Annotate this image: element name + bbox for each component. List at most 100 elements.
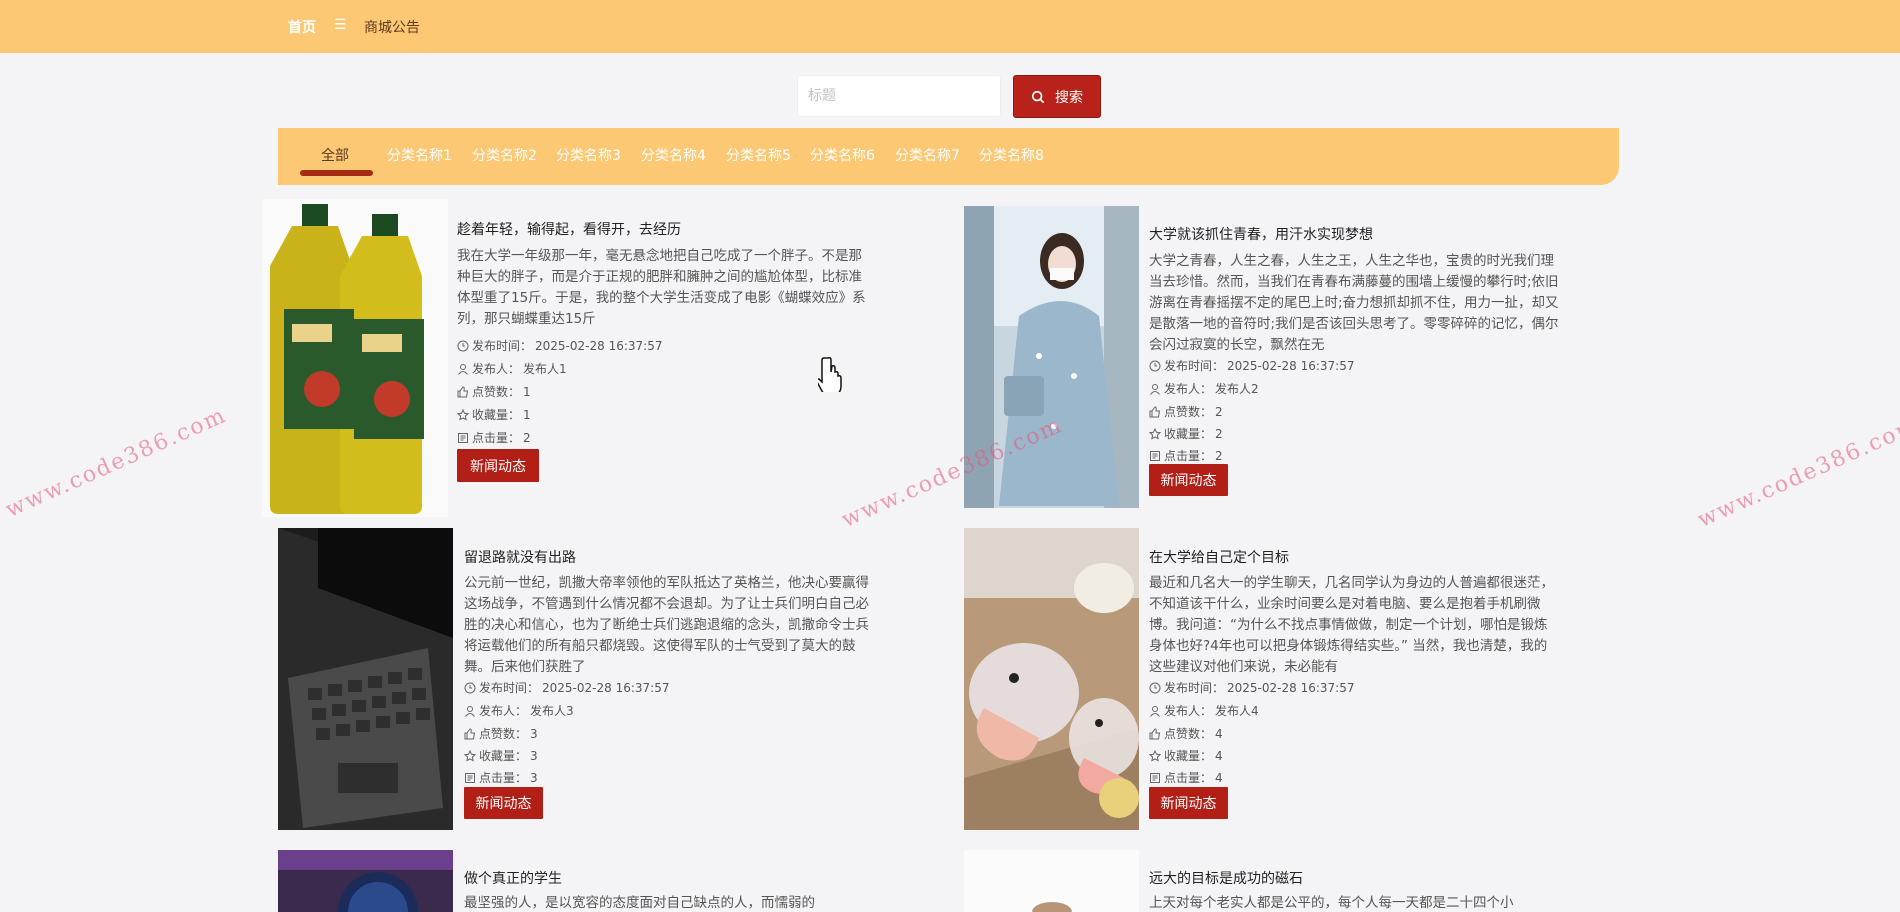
likes-value: 1 [523,384,531,399]
active-category-indicator [300,170,373,176]
user-icon [1150,383,1160,395]
favorites-label: 收藏量： [479,749,528,763]
news-tag-button[interactable]: 新闻动态 [1149,787,1228,819]
document-icon [1150,450,1160,461]
favorites-value: 4 [1215,748,1223,763]
article-title[interactable]: 在大学给自己定个目标 [1149,547,1289,567]
article-time: 发布时间： 2025-02-28 16:37:57 [1149,357,1354,374]
search-input[interactable] [797,75,1001,117]
user-icon [465,705,475,717]
article-thumbnail[interactable] [262,199,448,517]
article-author: 发布人： 发布人1 [457,360,567,377]
category-6[interactable]: 分类名称6 [810,145,875,165]
article-author: 发布人： 发布人2 [1149,380,1259,397]
author-value: 发布人4 [1215,704,1259,718]
thumbs-up-icon [1149,405,1161,417]
clock-icon [464,682,476,693]
time-label: 发布时间： [1164,681,1225,695]
author-label: 发布人： [479,704,528,718]
favorites-value: 1 [523,407,531,422]
article-title[interactable]: 趁着年轻，输得起，看得开，去经历 [457,219,681,239]
tablet-keyboard-image-icon [278,528,453,830]
likes-value: 2 [1215,404,1223,419]
category-all[interactable]: 全部 [321,145,349,165]
time-value: 2025-02-28 16:37:57 [535,338,663,353]
article-likes: 点赞数： 2 [1149,403,1223,420]
article-description: 大学之青春，人生之春，人生之王，人生之华也，宝贵的时光我们理当去珍惜。然而，当我… [1149,253,1559,353]
search-icon [1031,90,1045,103]
watermark-left: www.code386.com [2,402,231,523]
nav-home-link[interactable]: 首页 [288,17,316,37]
clicks-label: 点击量： [1164,771,1213,785]
article-favorites: 收藏量： 2 [1149,425,1223,442]
likes-label: 点赞数： [479,727,528,741]
clicks-value: 4 [1215,770,1223,785]
news-tag-button[interactable]: 新闻动态 [464,787,543,819]
article-clicks: 点击量： 2 [457,429,531,446]
time-label: 发布时间： [479,681,540,695]
article-likes: 点赞数： 4 [1149,725,1223,742]
article-title[interactable]: 大学就该抓住青春，用汗水实现梦想 [1149,224,1373,244]
article-clicks: 点击量： 4 [1149,769,1223,786]
article-thumbnail[interactable] [278,528,453,830]
clicks-label: 点击量： [1164,449,1213,463]
duck-clips-image-icon [964,528,1139,830]
search-button-label: 搜索 [1055,89,1083,106]
author-label: 发布人： [1164,704,1213,718]
menu-icon[interactable]: ☰ [334,17,347,33]
thumbs-up-icon [457,385,469,397]
category-4[interactable]: 分类名称4 [641,145,706,165]
category-5[interactable]: 分类名称5 [726,145,791,165]
article-thumbnail[interactable] [964,850,1139,912]
search-button[interactable]: 搜索 [1013,75,1101,118]
news-tag-button[interactable]: 新闻动态 [457,449,539,482]
author-label: 发布人： [472,362,521,376]
article-author: 发布人： 发布人4 [1149,702,1259,719]
clicks-label: 点击量： [479,771,528,785]
category-2[interactable]: 分类名称2 [472,145,537,165]
time-label: 发布时间： [472,339,533,353]
category-1[interactable]: 分类名称1 [387,145,452,165]
likes-label: 点赞数： [1164,727,1213,741]
category-3[interactable]: 分类名称3 [556,145,621,165]
article-likes: 点赞数： 1 [457,383,531,400]
article-clicks: 点击量： 3 [464,769,538,786]
author-value: 发布人2 [1215,382,1259,396]
article-favorites: 收藏量： 3 [464,747,538,764]
article-author: 发布人： 发布人3 [464,702,574,719]
time-value: 2025-02-28 16:37:57 [1227,358,1355,373]
likes-label: 点赞数： [472,385,521,399]
clicks-value: 3 [530,770,538,785]
clock-icon [457,340,469,351]
category-7[interactable]: 分类名称7 [895,145,960,165]
favorites-label: 收藏量： [472,408,521,422]
clock-icon [1149,682,1161,693]
article-description: 我在大学一年级那一年，毫无悬念地把自己吃成了一个胖子。不是那种巨大的胖子，而是介… [457,248,866,327]
clicks-value: 2 [523,430,531,445]
author-label: 发布人： [1164,382,1213,396]
watch-image-icon [278,850,453,912]
clicks-label: 点击量： [472,431,521,445]
document-icon [465,772,475,783]
article-description: 公元前一世纪，凯撒大帝率领他的军队抵达了英格兰，他决心要赢得这场战争，不管遇到什… [464,575,869,675]
article-thumbnail[interactable] [964,528,1139,830]
clock-icon [1149,360,1161,371]
nav-notice-link[interactable]: 商城公告 [364,17,420,37]
author-value: 发布人3 [530,704,574,718]
user-icon [1150,705,1160,717]
article-likes: 点赞数： 3 [464,725,538,742]
article-favorites: 收藏量： 1 [457,406,531,423]
news-tag-button[interactable]: 新闻动态 [1149,464,1228,496]
article-time: 发布时间： 2025-02-28 16:37:57 [1149,679,1354,696]
article-time: 发布时间： 2025-02-28 16:37:57 [464,679,669,696]
likes-value: 3 [530,726,538,741]
category-bar: 全部 分类名称1 分类名称2 分类名称3 分类名称4 分类名称5 分类名称6 分… [278,128,1619,185]
article-description: 最近和几名大一的学生聊天，几名同学认为身边的人普遍都很迷茫，不知道该干什么，业余… [1149,575,1554,675]
article-title[interactable]: 远大的目标是成功的磁石 [1149,868,1303,888]
thumbs-up-icon [1149,727,1161,739]
article-thumbnail[interactable] [278,850,453,912]
category-8[interactable]: 分类名称8 [979,145,1044,165]
article-title[interactable]: 留退路就没有出路 [464,547,576,567]
favorites-label: 收藏量： [1164,427,1213,441]
article-title[interactable]: 做个真正的学生 [464,868,562,888]
